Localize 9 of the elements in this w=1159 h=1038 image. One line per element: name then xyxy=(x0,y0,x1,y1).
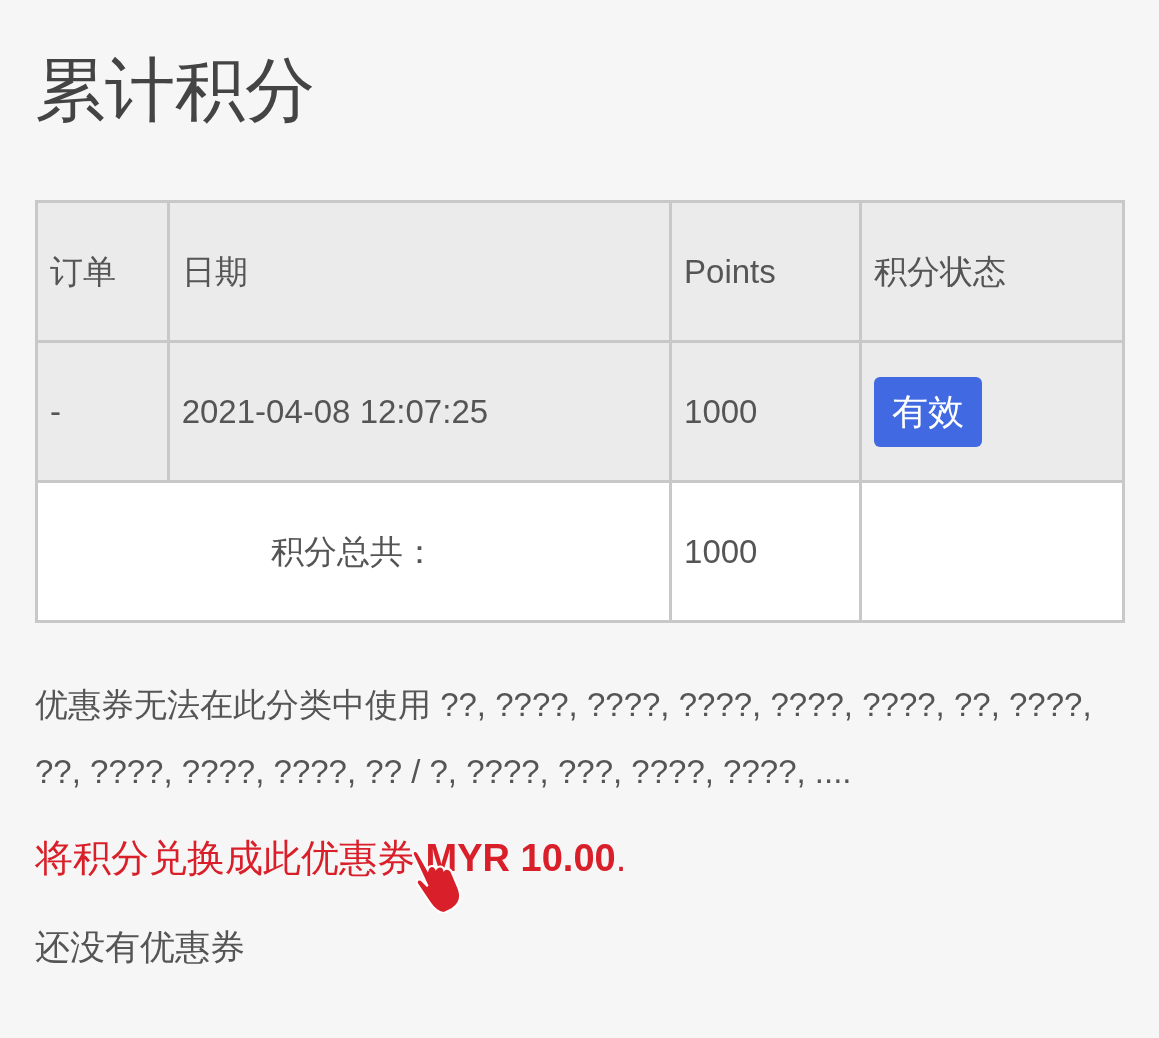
empty-message: 还没有优惠券 xyxy=(35,926,246,968)
column-header: 订单 xyxy=(36,201,169,342)
page-title: 累计积分 xyxy=(35,50,316,131)
redeem-link[interactable]: 将积分兑换成此优惠券 MYR 10.00. xyxy=(35,837,627,879)
table-cell: - xyxy=(36,341,169,482)
total-points: 1000 xyxy=(670,481,861,622)
status-badge: 有效 xyxy=(873,376,982,447)
notice-text: 优惠券无法在此分类中使用 ??, ????, ????, ????, ????, ????, ??, ????, ??, ????, ????, ????, ?? / ?, ????, ???, ????, ????, .... xyxy=(35,685,1093,792)
total-label: 积分总共： xyxy=(36,481,671,622)
